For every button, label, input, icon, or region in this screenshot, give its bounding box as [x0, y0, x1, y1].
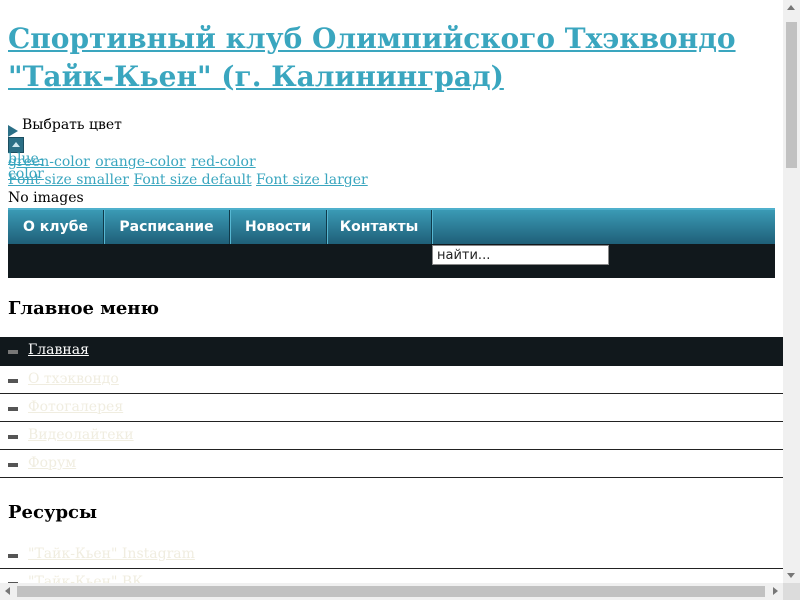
- resource-item-instagram[interactable]: "Тайк-Кьен" Instagram: [0, 541, 783, 569]
- color-picker-label: Выбрать цвет: [22, 117, 122, 133]
- dash-bullet-icon: [8, 350, 18, 354]
- scroll-up-icon[interactable]: [787, 5, 795, 10]
- scroll-left-icon[interactable]: [5, 587, 10, 595]
- menu-item-home[interactable]: Главная: [0, 337, 783, 366]
- nav-item-contacts[interactable]: Контакты: [327, 210, 432, 244]
- menu-item-photogallery[interactable]: Фотогалерея: [0, 394, 783, 422]
- resource-item-vk[interactable]: "Тайк-Кьен" ВК: [0, 569, 783, 583]
- orange-color-link[interactable]: orange-color: [95, 154, 185, 170]
- menu-link-about-taekwondo[interactable]: О тхэквондо: [28, 371, 119, 387]
- dash-bullet-icon: [8, 435, 18, 439]
- menu-item-forum[interactable]: Форум: [0, 450, 783, 478]
- scrollbar-corner: [783, 583, 800, 600]
- green-color-link[interactable]: green-color: [8, 154, 90, 170]
- nav-item-about[interactable]: О клубе: [8, 210, 104, 244]
- dash-bullet-icon: [8, 379, 18, 383]
- nav-item-schedule[interactable]: Расписание: [104, 210, 230, 244]
- menu-item-video[interactable]: Видеолайтеки: [0, 422, 783, 450]
- scroll-right-icon[interactable]: [773, 587, 778, 595]
- resources-menu: "Тайк-Кьен" Instagram "Тайк-Кьен" ВК: [0, 541, 783, 583]
- horizontal-scroll-thumb[interactable]: [17, 586, 765, 597]
- red-color-link[interactable]: red-color: [191, 154, 256, 170]
- scroll-down-icon[interactable]: [787, 573, 795, 578]
- no-images-text: No images: [8, 190, 84, 206]
- resource-link-vk[interactable]: "Тайк-Кьен" ВК: [28, 574, 143, 583]
- top-nav: О клубе Расписание Новости Контакты: [8, 208, 775, 244]
- site-title-link[interactable]: Спортивный клуб Олимпийского Тхэквондо "…: [8, 20, 778, 96]
- font-size-default-link[interactable]: Font size default: [133, 172, 251, 188]
- dash-bullet-icon: [8, 407, 18, 411]
- menu-link-photogallery[interactable]: Фотогалерея: [28, 399, 123, 415]
- vertical-scroll-thumb[interactable]: [786, 22, 797, 168]
- menu-link-forum[interactable]: Форум: [28, 455, 76, 471]
- font-size-smaller-link[interactable]: Font size smaller: [8, 172, 129, 188]
- main-menu-title: Главное меню: [8, 298, 159, 319]
- font-size-larger-link[interactable]: Font size larger: [256, 172, 368, 188]
- horizontal-scrollbar[interactable]: [0, 583, 783, 600]
- menu-link-video[interactable]: Видеолайтеки: [28, 427, 134, 443]
- font-size-controls: Font size smaller Font size default Font…: [8, 172, 368, 189]
- menu-link-home[interactable]: Главная: [28, 342, 89, 358]
- menu-item-about-taekwondo[interactable]: О тхэквондо: [0, 366, 783, 394]
- dash-bullet-icon: [8, 463, 18, 467]
- page: Спортивный клуб Олимпийского Тхэквондо "…: [0, 0, 783, 583]
- nav-item-news[interactable]: Новости: [230, 210, 327, 244]
- resources-title: Ресурсы: [8, 502, 98, 523]
- search-bar: [8, 244, 775, 278]
- expand-arrow-icon[interactable]: [8, 125, 18, 137]
- dash-bullet-icon: [8, 554, 18, 558]
- color-links: green-color orange-color red-color: [8, 154, 257, 171]
- search-input[interactable]: [432, 245, 609, 265]
- vertical-scrollbar[interactable]: [783, 0, 800, 583]
- resource-link-instagram[interactable]: "Тайк-Кьен" Instagram: [28, 546, 195, 562]
- main-menu: Главная О тхэквондо Фотогалерея Видеолай…: [0, 337, 783, 478]
